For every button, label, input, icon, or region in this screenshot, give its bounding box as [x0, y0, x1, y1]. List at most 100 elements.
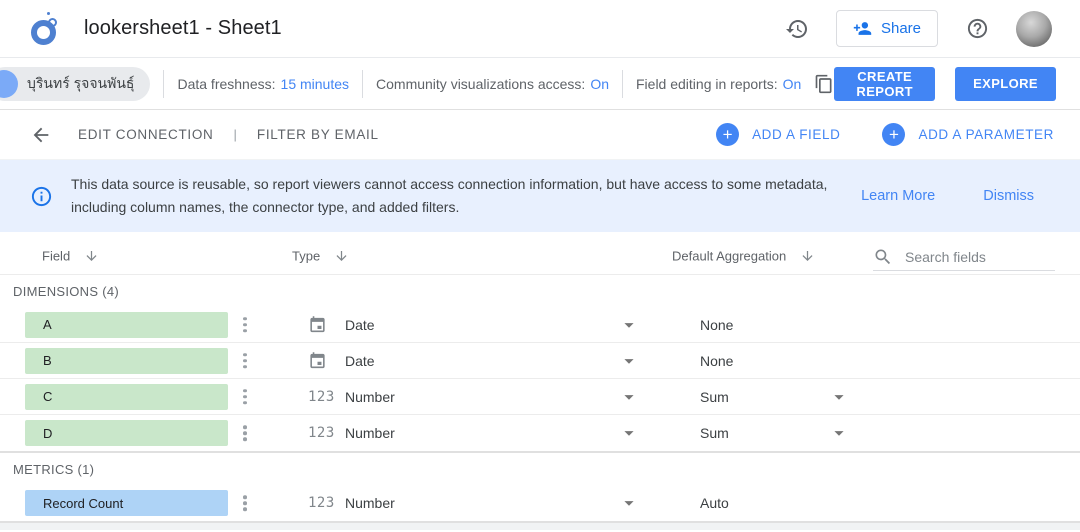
field-row: B Date None — [0, 343, 1080, 379]
number-icon: 123 — [308, 425, 335, 441]
chevron-down-icon — [618, 386, 640, 408]
owner-name: บุรินทร์ รุจจนพันธุ์ — [27, 73, 134, 95]
field-section: DIMENSIONS (4) A Date None B Date None — [0, 275, 1080, 453]
field-editing-value[interactable]: On — [783, 76, 802, 92]
help-icon — [966, 17, 989, 40]
field-name-chip[interactable]: Record Count — [25, 490, 228, 516]
type-dropdown-button[interactable] — [618, 314, 640, 336]
type-dropdown-button[interactable] — [618, 386, 640, 408]
divider — [163, 70, 164, 98]
field-row: Record Count 123 Number Auto — [0, 485, 1080, 521]
create-report-button[interactable]: CREATE REPORT — [834, 67, 935, 101]
number-icon: 123 — [308, 389, 335, 405]
chevron-down-icon — [618, 350, 640, 372]
add-field-button[interactable]: + ADD A FIELD — [716, 123, 840, 146]
number-icon: 123 — [308, 495, 335, 511]
copy-button[interactable] — [814, 74, 834, 94]
community-access-value[interactable]: On — [590, 76, 609, 92]
field-table: Field Type Default Aggregation DIMENSION… — [0, 237, 1080, 530]
type-dropdown-button[interactable] — [618, 350, 640, 372]
learn-more-link[interactable]: Learn More — [861, 188, 935, 204]
column-header-field[interactable]: Field — [42, 248, 99, 263]
banner-message: This data source is reusable, so report … — [71, 173, 831, 219]
looker-studio-logo — [30, 11, 60, 47]
copy-icon — [814, 74, 834, 94]
user-avatar[interactable] — [1016, 11, 1052, 47]
plus-icon: + — [882, 123, 905, 146]
aggregation-dropdown-button[interactable] — [828, 422, 850, 444]
sort-arrow-icon — [334, 248, 349, 263]
data-freshness-value[interactable]: 15 minutes — [281, 76, 349, 92]
field-type-label: Number — [345, 425, 395, 441]
more-options-button[interactable] — [239, 349, 251, 373]
add-parameter-button[interactable]: + ADD A PARAMETER — [882, 123, 1054, 146]
info-banner: This data source is reusable, so report … — [0, 160, 1080, 232]
field-type-label: Number — [345, 389, 395, 405]
field-type-label: Date — [345, 353, 375, 369]
community-visualizations-access[interactable]: Community visualizations access: On — [376, 76, 609, 92]
field-row: A Date None — [0, 307, 1080, 343]
chevron-down-icon — [828, 386, 850, 408]
section-label: METRICS (1) — [0, 453, 1080, 485]
share-button-label: Share — [881, 20, 921, 37]
chevron-down-icon — [618, 422, 640, 444]
chevron-down-icon — [828, 422, 850, 444]
field-editing-in-reports[interactable]: Field editing in reports: On — [636, 74, 834, 94]
connection-toolbar: EDIT CONNECTION | FILTER BY EMAIL + ADD … — [0, 110, 1080, 160]
bottom-strip — [0, 523, 1080, 530]
field-name-chip[interactable]: C — [25, 384, 228, 410]
calendar-icon — [308, 315, 327, 334]
more-options-button[interactable] — [239, 313, 251, 337]
field-type-label: Number — [345, 495, 395, 511]
section-label: DIMENSIONS (4) — [0, 275, 1080, 307]
chevron-down-icon — [618, 492, 640, 514]
search-fields-input[interactable] — [905, 249, 1045, 265]
page-title: lookersheet1 - Sheet1 — [84, 17, 282, 40]
type-dropdown-button[interactable] — [618, 492, 640, 514]
sort-arrow-icon — [800, 248, 815, 263]
type-dropdown-button[interactable] — [618, 422, 640, 444]
back-button[interactable] — [30, 124, 52, 146]
aggregation-dropdown-button[interactable] — [828, 386, 850, 408]
field-name-chip[interactable]: D — [25, 420, 228, 446]
dismiss-link[interactable]: Dismiss — [983, 188, 1034, 204]
aggregation-value: None — [700, 353, 733, 369]
help-button[interactable] — [964, 16, 990, 42]
version-history-button[interactable] — [784, 16, 810, 42]
field-name-chip[interactable]: A — [25, 312, 228, 338]
add-parameter-label: ADD A PARAMETER — [918, 127, 1054, 142]
add-field-label: ADD A FIELD — [752, 127, 840, 142]
sort-arrow-icon — [84, 248, 99, 263]
app-header: lookersheet1 - Sheet1 Share — [0, 0, 1080, 58]
aggregation-value: Sum — [700, 389, 729, 405]
history-icon — [785, 17, 809, 41]
filter-by-email-link[interactable]: FILTER BY EMAIL — [257, 127, 379, 142]
column-header-aggregation[interactable]: Default Aggregation — [672, 248, 815, 263]
explore-button[interactable]: EXPLORE — [955, 67, 1056, 101]
chevron-down-icon — [618, 314, 640, 336]
field-table-body: DIMENSIONS (4) A Date None B Date None — [0, 275, 1080, 523]
more-options-button[interactable] — [239, 491, 251, 515]
aggregation-value: Sum — [700, 425, 729, 441]
field-row: D 123 Number Sum — [0, 415, 1080, 451]
more-options-button[interactable] — [239, 421, 251, 445]
aggregation-value: None — [700, 317, 733, 333]
search-icon — [873, 247, 893, 267]
section-rows: A Date None B Date None C — [0, 307, 1080, 451]
arrow-back-icon — [30, 124, 52, 146]
field-name-chip[interactable]: B — [25, 348, 228, 374]
toolbar-separator: | — [234, 127, 237, 142]
divider — [622, 70, 623, 98]
share-button[interactable]: Share — [836, 10, 938, 47]
more-options-button[interactable] — [239, 385, 251, 409]
status-bar: บุรินทร์ รุจจนพันธุ์ Data freshness: 15 … — [0, 58, 1080, 110]
calendar-icon — [308, 351, 327, 370]
data-freshness[interactable]: Data freshness: 15 minutes — [177, 76, 349, 92]
edit-connection-link[interactable]: EDIT CONNECTION — [78, 127, 214, 142]
owner-avatar — [0, 70, 18, 98]
owner-chip[interactable]: บุรินทร์ รุจจนพันธุ์ — [0, 67, 150, 101]
field-table-header: Field Type Default Aggregation — [0, 237, 1080, 275]
section-rows: Record Count 123 Number Auto — [0, 485, 1080, 521]
info-icon — [30, 185, 53, 208]
column-header-type[interactable]: Type — [292, 248, 349, 263]
